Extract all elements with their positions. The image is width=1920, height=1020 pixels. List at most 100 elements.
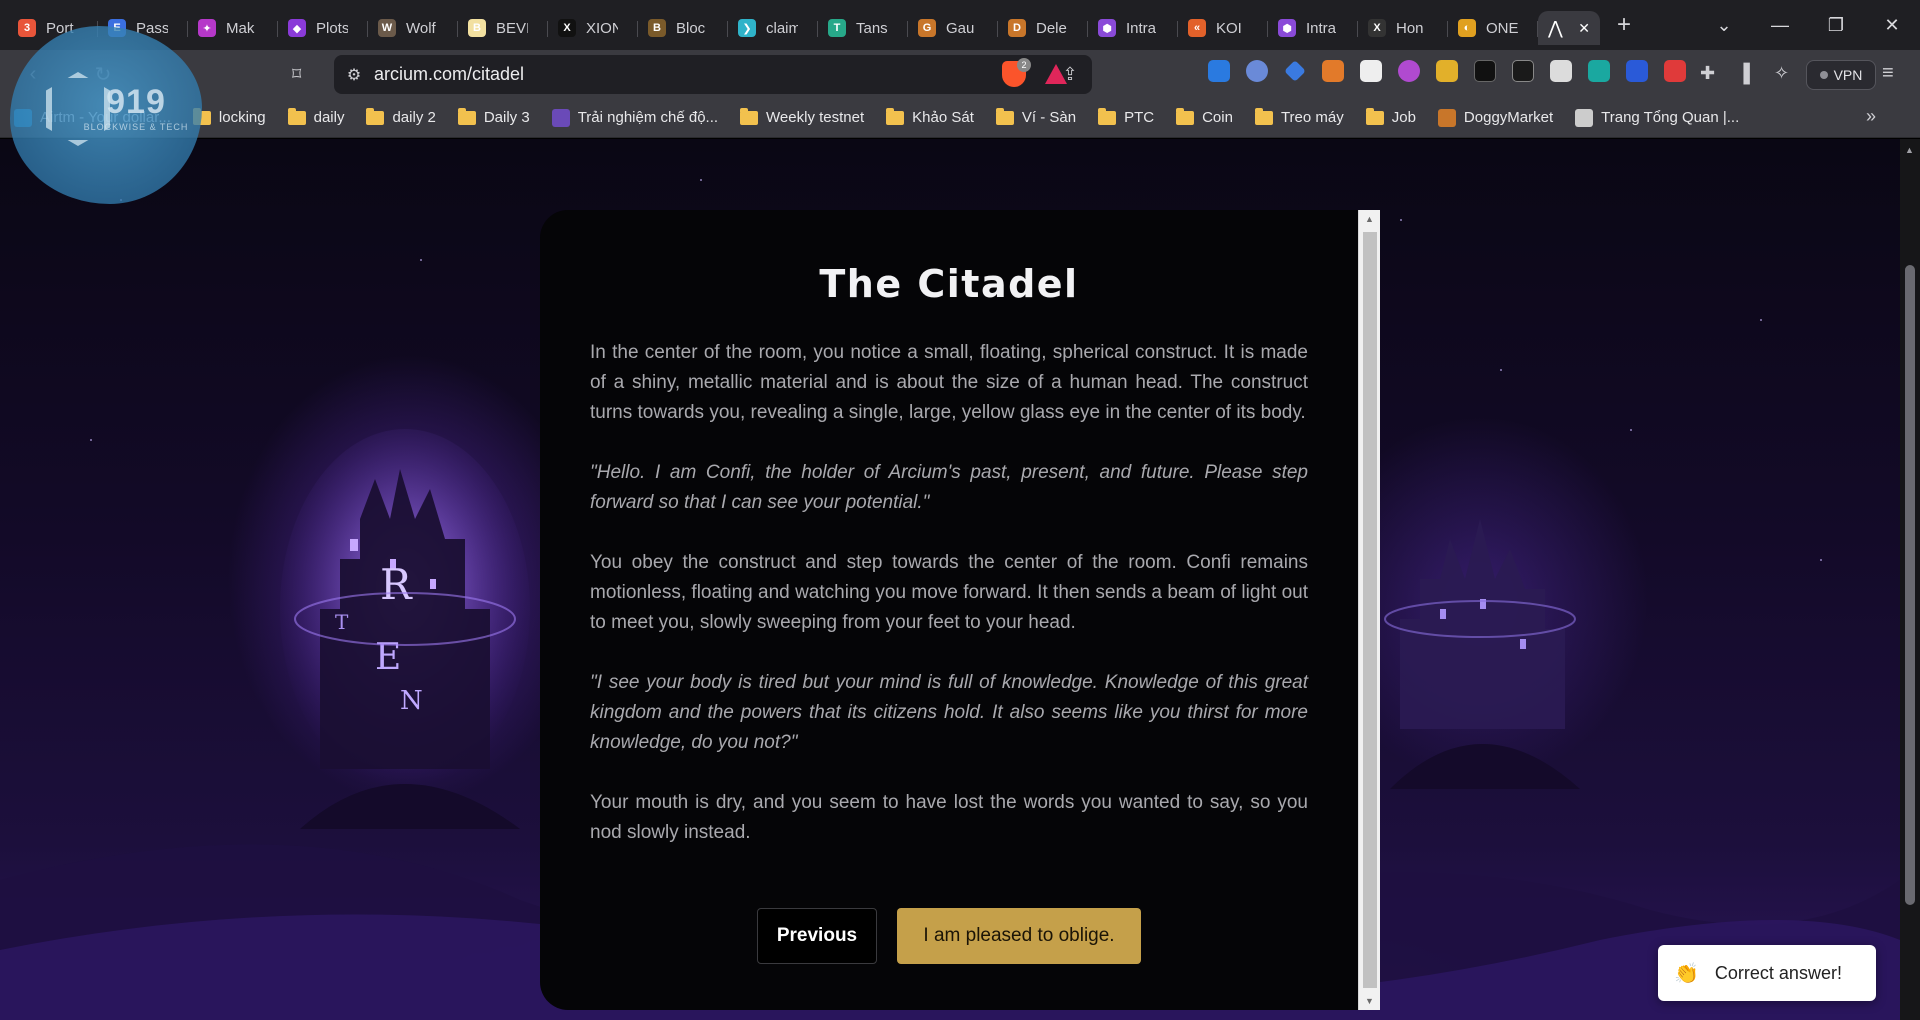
new-tab-button[interactable]: +: [1606, 8, 1642, 42]
extension-s-dark-icon[interactable]: [1512, 60, 1534, 82]
page-scrollbar-thumb[interactable]: [1905, 265, 1915, 905]
browser-tab[interactable]: B BEVI: [458, 11, 548, 45]
bookmarks-overflow-icon[interactable]: »: [1866, 106, 1884, 127]
extensions-puzzle-icon[interactable]: ✚: [1700, 63, 1715, 84]
bookmark-folder[interactable]: Weekly testnet: [740, 107, 864, 126]
bookmark-folder[interactable]: Khảo Sát: [886, 107, 974, 126]
tab-title: Gau: [946, 19, 975, 37]
previous-button[interactable]: Previous: [757, 908, 877, 964]
tab-strip: 3PortEPass✦Mak◆PlotsWWolfBBEVIXXIONBBloc…: [0, 0, 1920, 50]
tab-title: Hon: [1396, 19, 1424, 37]
address-bar[interactable]: ⚙ arcium.com/citadel ⇪: [334, 55, 1092, 94]
page-scrollbar[interactable]: ▲: [1900, 139, 1920, 1020]
story-text: In the center of the room, you notice a …: [590, 338, 1308, 878]
browser-tab[interactable]: ⬢ Intra: [1088, 11, 1178, 45]
tab-favicon-icon: T: [828, 19, 846, 37]
url-text[interactable]: arcium.com/citadel: [374, 64, 1048, 85]
tab-favicon-icon: «: [1188, 19, 1206, 37]
extension-shield-icon[interactable]: [1626, 60, 1648, 82]
window-controls: ⌄ — ❐ ✕: [1696, 0, 1920, 50]
story-paragraph: You obey the construct and step towards …: [590, 552, 1308, 633]
browser-tab[interactable]: D Dele: [998, 11, 1088, 45]
tab-favicon-icon: ✦: [198, 19, 216, 37]
active-tab[interactable]: ⋀ ✕: [1538, 11, 1600, 45]
tab-favicon-icon: ◆: [288, 19, 306, 37]
extension-grid-icon[interactable]: [1360, 60, 1382, 82]
svg-text:T: T: [335, 610, 349, 634]
folder-icon: [1176, 107, 1195, 125]
browser-tab[interactable]: ⬢ Intra: [1268, 11, 1358, 45]
site-settings-icon[interactable]: ⚙: [334, 65, 374, 85]
story-paragraph: In the center of the room, you notice a …: [590, 342, 1308, 423]
extension-n-icon[interactable]: [1588, 60, 1610, 82]
tab-favicon-icon: D: [1008, 19, 1026, 37]
browser-tab[interactable]: ◐ ONE: [1448, 11, 1538, 45]
brave-rewards-icon[interactable]: [1045, 64, 1067, 84]
story-scrollbar[interactable]: ▲ ▼: [1358, 210, 1380, 1010]
restore-icon[interactable]: ❐: [1808, 15, 1864, 36]
tab-title: Bloc: [676, 19, 706, 37]
extension-wallet-icon[interactable]: [1550, 60, 1572, 82]
close-window-icon[interactable]: ✕: [1864, 15, 1920, 36]
arcium-icon: ⋀: [1548, 17, 1563, 38]
bookmark-folder[interactable]: PTC: [1098, 107, 1154, 126]
tab-search-chevron-icon[interactable]: ⌄: [1696, 15, 1752, 36]
story-title: The Citadel: [819, 262, 1079, 306]
tab-favicon-icon: G: [918, 19, 936, 37]
bookmark-folder[interactable]: daily: [287, 107, 345, 126]
browser-tab[interactable]: X Hon: [1358, 11, 1448, 45]
bookmark-folder[interactable]: Ví - Sàn: [995, 107, 1077, 126]
bookmark-folder[interactable]: Coin: [1176, 107, 1233, 126]
bookmark-label: Ví - Sàn: [1021, 109, 1077, 126]
extension-bolt-icon[interactable]: [1436, 60, 1458, 82]
bookmark-folder[interactable]: locking: [192, 107, 266, 126]
browser-tab[interactable]: B Bloc: [638, 11, 728, 45]
leo-ai-icon[interactable]: ✧: [1774, 63, 1789, 84]
scroll-up-arrow-icon[interactable]: ▲: [1365, 214, 1374, 224]
vpn-button[interactable]: VPN: [1806, 60, 1876, 90]
browser-tab[interactable]: G Gau: [908, 11, 998, 45]
oblige-answer-button[interactable]: I am pleased to oblige.: [897, 908, 1141, 964]
bookmarks-bar: Airtm - Your dollar...lockingdailydaily …: [0, 98, 1920, 138]
bookmark-label: daily: [313, 109, 345, 126]
bookmark-link[interactable]: Trang Tổng Quan |...: [1575, 108, 1739, 127]
bookmark-label: Khảo Sát: [912, 109, 974, 126]
story-scrollbar-thumb[interactable]: [1363, 232, 1377, 988]
close-tab-icon[interactable]: ✕: [1578, 20, 1590, 37]
browser-menu-icon[interactable]: ≡: [1882, 62, 1894, 85]
bookmark-label: Treo máy: [1280, 109, 1344, 126]
story-content: The Citadel In the center of the room, y…: [540, 210, 1358, 1010]
tab-title: Intra: [1126, 19, 1157, 37]
extension-p-icon[interactable]: [1474, 60, 1496, 82]
extension-k-icon[interactable]: [1208, 60, 1230, 82]
tab-list: 3PortEPass✦Mak◆PlotsWWolfBBEVIXXIONBBloc…: [0, 0, 1642, 50]
scroll-down-arrow-icon[interactable]: ▼: [1365, 996, 1374, 1006]
tab-favicon-icon: ❯: [738, 19, 756, 37]
extension-s-icon[interactable]: [1322, 60, 1344, 82]
extension-cloud-icon[interactable]: [1246, 60, 1268, 82]
bookmark-label: Job: [1391, 109, 1416, 126]
extension-m-icon[interactable]: [1398, 60, 1420, 82]
browser-tab[interactable]: W Wolf: [368, 11, 458, 45]
page-scroll-up-icon[interactable]: ▲: [1905, 145, 1914, 155]
browser-tab[interactable]: T Tans: [818, 11, 908, 45]
browser-tab[interactable]: ❯ claim: [728, 11, 818, 45]
browser-tab[interactable]: X XION: [548, 11, 638, 45]
bookmark-folder[interactable]: Treo máy: [1254, 107, 1344, 126]
sidebar-toggle-icon[interactable]: ▐: [1737, 63, 1750, 84]
browser-tab[interactable]: ✦ Mak: [188, 11, 278, 45]
extension-lock-icon[interactable]: [1664, 60, 1686, 82]
site-favicon-icon: [1575, 108, 1594, 127]
bookmark-folder[interactable]: Daily 3: [457, 107, 530, 126]
extension-diamond-icon[interactable]: [1284, 60, 1306, 82]
channel-watermark-logo: 919 BLOCKWISE & TECH: [10, 26, 202, 204]
browser-tab[interactable]: « KOI: [1178, 11, 1268, 45]
bookmark-page-icon[interactable]: ⌑: [292, 64, 301, 85]
bookmark-folder[interactable]: daily 2: [366, 107, 436, 126]
bookmark-label: Daily 3: [483, 109, 530, 126]
bookmark-link[interactable]: Trải nghiệm chế độ...: [551, 108, 718, 127]
browser-tab[interactable]: ◆ Plots: [278, 11, 368, 45]
bookmark-folder[interactable]: Job: [1365, 107, 1416, 126]
bookmark-link[interactable]: DoggyMarket: [1437, 108, 1553, 127]
minimize-icon[interactable]: —: [1752, 15, 1808, 36]
